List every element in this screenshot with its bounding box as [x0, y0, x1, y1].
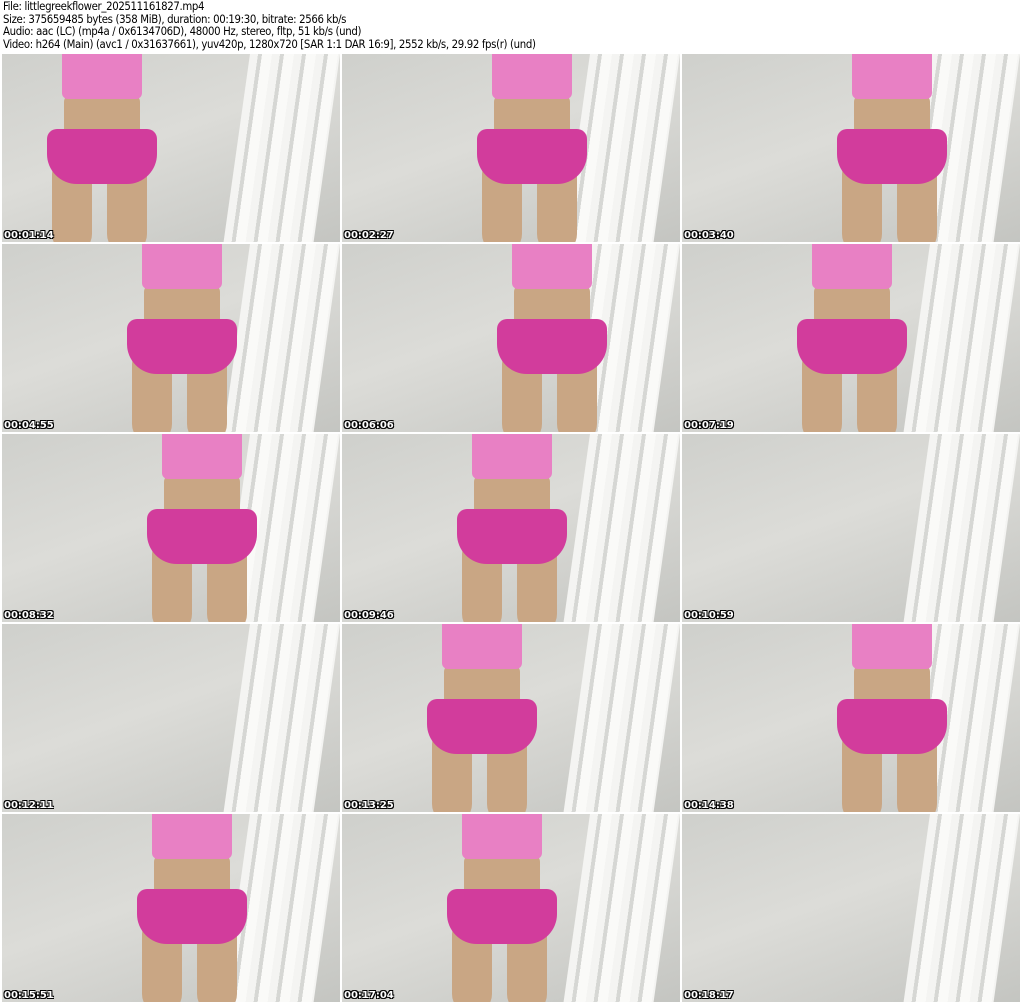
- curtain: [563, 814, 680, 1002]
- timestamp: 00:08:32: [4, 610, 54, 621]
- timestamp: 00:06:06: [344, 420, 394, 431]
- video-thumbnail: 00:10:59: [682, 434, 1020, 622]
- timestamp: 00:09:46: [344, 610, 394, 621]
- figure: [452, 434, 572, 622]
- video-thumbnail: 00:01:14: [2, 54, 340, 242]
- video-thumbnail: 00:13:25: [342, 624, 680, 812]
- timestamp: 00:14:38: [684, 800, 734, 811]
- curtain: [903, 244, 1020, 432]
- video-thumbnail: 00:12:11: [2, 624, 340, 812]
- video-info-header: File: littlegreekflower_202511161827.mp4…: [3, 0, 536, 51]
- video-thumbnail: 00:03:40: [682, 54, 1020, 242]
- curtain: [903, 434, 1020, 622]
- video-thumbnail: 00:15:51: [2, 814, 340, 1002]
- curtain: [223, 624, 340, 812]
- timestamp: 00:01:14: [4, 230, 54, 241]
- timestamp: 00:12:11: [4, 800, 54, 811]
- video-thumbnail: 00:09:46: [342, 434, 680, 622]
- figure: [142, 434, 262, 622]
- timestamp: 00:15:51: [4, 990, 54, 1001]
- curtain: [563, 434, 680, 622]
- figure: [442, 814, 562, 1002]
- figure: [832, 624, 952, 812]
- video-info: Video: h264 (Main) (avc1 / 0x31637661), …: [3, 37, 536, 51]
- timestamp: 00:13:25: [344, 800, 394, 811]
- figure: [832, 54, 952, 242]
- video-thumbnail: 00:14:38: [682, 624, 1020, 812]
- timestamp: 00:10:59: [684, 610, 734, 621]
- file-name: File: littlegreekflower_202511161827.mp4: [3, 0, 205, 13]
- video-thumbnail: 00:07:19: [682, 244, 1020, 432]
- curtain: [563, 624, 680, 812]
- video-thumbnail: 00:18:17: [682, 814, 1020, 1002]
- figure: [472, 54, 592, 242]
- timestamp: 00:17:04: [344, 990, 394, 1001]
- curtain: [223, 54, 340, 242]
- curtain: [903, 814, 1020, 1002]
- figure: [122, 244, 242, 432]
- timestamp: 00:07:19: [684, 420, 734, 431]
- figure: [42, 54, 162, 242]
- figure: [422, 624, 542, 812]
- audio-info: Audio: aac (LC) (mp4a / 0x6134706D), 480…: [3, 25, 362, 39]
- timestamp: 00:04:55: [4, 420, 54, 431]
- video-thumbnail: 00:06:06: [342, 244, 680, 432]
- timestamp: 00:02:27: [344, 230, 394, 241]
- timestamp: 00:18:17: [684, 990, 734, 1001]
- video-thumbnail: 00:08:32: [2, 434, 340, 622]
- video-thumbnail: 00:04:55: [2, 244, 340, 432]
- video-thumbnail: 00:02:27: [342, 54, 680, 242]
- figure: [792, 244, 912, 432]
- timestamp: 00:03:40: [684, 230, 734, 241]
- figure: [132, 814, 252, 1002]
- video-thumbnail: 00:17:04: [342, 814, 680, 1002]
- figure: [492, 244, 612, 432]
- thumbnail-grid: 00:01:14 00:02:27 00:03:40 00:04:55 00:06:06…: [2, 54, 1020, 1002]
